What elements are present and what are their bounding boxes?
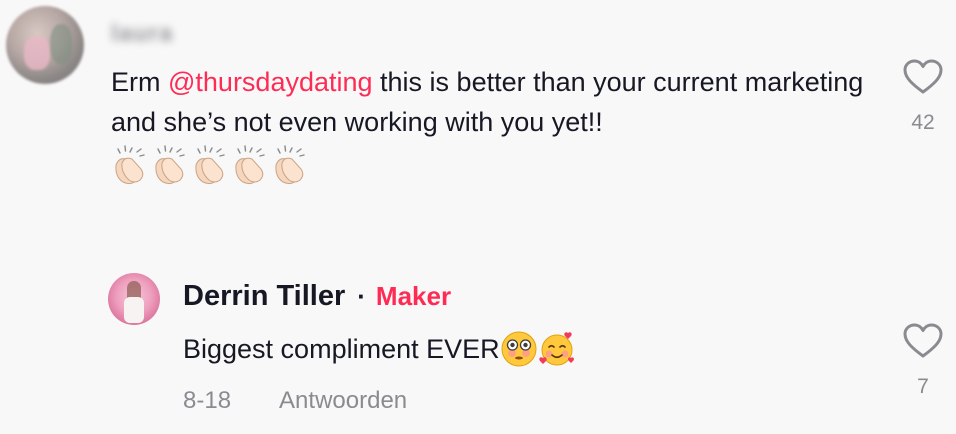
clapping-hands-icon [115,145,145,185]
clapping-hands-icon [235,145,265,185]
comment-thread: laura Erm @thursdaydating this is better… [0,0,956,434]
separator-dot: · [357,281,366,311]
smiling-face-with-hearts-icon [538,332,574,366]
reply-author[interactable]: Derrin Tiller [183,280,345,313]
flushed-face-icon [501,331,537,367]
creator-badge: Maker [375,281,452,311]
avatar[interactable] [108,273,160,325]
reply-text-content: Biggest compliment EVER [183,334,500,364]
heart-icon[interactable] [902,58,944,96]
like-count: 42 [911,111,935,134]
reply-meta: 8-18 Antwoorden [183,387,407,415]
heart-icon[interactable] [902,322,944,360]
mention-link[interactable]: @thursdaydating [168,67,373,97]
comment-text: Erm @thursdaydating this is better than … [111,62,881,142]
emoji-row [110,143,310,187]
reply-header: Derrin Tiller · Maker [183,280,451,313]
avatar-image-part [24,36,50,70]
avatar-image-part [124,297,144,323]
clapping-hands-icon [195,145,225,185]
clapping-hands-icon [275,145,305,185]
comment-username[interactable]: laura [111,20,173,48]
avatar[interactable] [6,6,84,84]
comment-text-start: Erm [111,67,168,97]
reply-date: 8-18 [183,387,232,414]
reply-button[interactable]: Antwoorden [279,387,407,415]
clapping-hands-icon [155,145,185,185]
avatar-image-part [50,24,72,64]
reply-text: Biggest compliment EVER [183,330,576,368]
like-count: 7 [917,375,929,398]
